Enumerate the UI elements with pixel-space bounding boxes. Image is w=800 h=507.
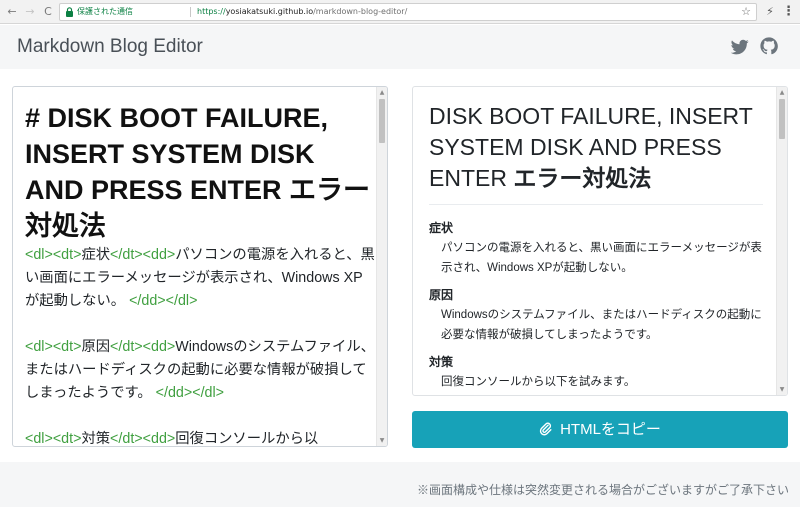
scroll-thumb[interactable] bbox=[779, 99, 785, 139]
markdown-editor[interactable]: # DISK BOOT FAILURE, INSERT SYSTEM DISK … bbox=[12, 86, 388, 447]
browser-toolbar: ← → C 保護された通信 https://yosiakatsuki.githu… bbox=[0, 0, 800, 24]
url-path: /markdown-blog-editor/ bbox=[313, 7, 408, 16]
term-text: 原因 bbox=[81, 339, 111, 355]
url-text: https://yosiakatsuki.github.io/markdown-… bbox=[197, 4, 407, 20]
paperclip-icon bbox=[539, 422, 552, 436]
editor-block-3: <dl><dt>対策</dt><dd>回復コンソールから以 bbox=[25, 428, 375, 447]
reload-button[interactable]: C bbox=[41, 4, 55, 20]
tag-text: </dd></dl> bbox=[129, 293, 198, 309]
twitter-icon[interactable] bbox=[731, 38, 749, 56]
editor-block-1: <dl><dt>症状</dt><dd>パソコンの電源を入れると、黒い画面にエラー… bbox=[25, 244, 375, 313]
term-text: 症状 bbox=[81, 247, 111, 263]
editor-block-2: <dl><dt>原因</dt><dd>Windowsのシステムファイル、またはハ… bbox=[25, 336, 375, 405]
scroll-down-arrow-icon[interactable]: ▼ bbox=[777, 384, 787, 395]
scroll-down-arrow-icon[interactable]: ▼ bbox=[377, 435, 387, 446]
tag-text: </dt><dd> bbox=[110, 339, 176, 355]
scroll-up-arrow-icon[interactable]: ▲ bbox=[377, 87, 387, 98]
preview-scrollbar[interactable]: ▲ ▼ bbox=[776, 87, 787, 395]
preview-heading-jp: エラー対処法 bbox=[513, 165, 652, 191]
editor-scrollbar[interactable]: ▲ ▼ bbox=[376, 87, 387, 446]
url-separator bbox=[190, 7, 191, 17]
preview-term: 症状 bbox=[429, 221, 454, 235]
address-bar[interactable]: 保護された通信 https://yosiakatsuki.github.io/m… bbox=[59, 3, 757, 21]
url-scheme: https:// bbox=[197, 7, 226, 16]
preview-term: 原因 bbox=[429, 288, 454, 302]
url-host: yosiakatsuki.github.io bbox=[225, 7, 314, 16]
tag-text: </dt><dd> bbox=[110, 431, 176, 447]
footer-note: ※画面構成や仕様は突然変更される場合がございますがご了承下さい bbox=[416, 483, 789, 497]
lock-icon bbox=[66, 7, 73, 17]
editor-heading-line: # DISK BOOT FAILURE, INSERT SYSTEM DISK … bbox=[25, 103, 371, 241]
preview-heading: DISK BOOT FAILURE, INSERT SYSTEM DISK AN… bbox=[429, 101, 763, 205]
forward-button[interactable]: → bbox=[23, 4, 37, 20]
preview-definition-list: 症状 パソコンの電源を入れると、黒い画面にエラーメッセージが表示され、Windo… bbox=[429, 218, 763, 392]
desc-text: 回復コンソールから以 bbox=[175, 431, 319, 447]
editor-content[interactable]: # DISK BOOT FAILURE, INSERT SYSTEM DISK … bbox=[25, 100, 375, 447]
term-text: 対策 bbox=[81, 431, 111, 447]
scroll-thumb[interactable] bbox=[379, 99, 385, 143]
tag-text: </dt><dd> bbox=[110, 247, 176, 263]
tag-text: <dl><dt> bbox=[25, 431, 82, 447]
tag-text: <dl><dt> bbox=[25, 339, 82, 355]
tag-text: </dd></dl> bbox=[155, 385, 225, 401]
back-button[interactable]: ← bbox=[5, 4, 19, 20]
preview-content: DISK BOOT FAILURE, INSERT SYSTEM DISK AN… bbox=[429, 101, 763, 395]
bookmark-star-icon[interactable]: ☆ bbox=[741, 4, 751, 20]
preview-description: 回復コンソールから以下を試みます。 bbox=[441, 376, 636, 388]
secure-label: 保護された通信 bbox=[77, 7, 133, 16]
app-title: Markdown Blog Editor bbox=[17, 36, 203, 57]
copy-button-label: HTMLをコピー bbox=[560, 421, 661, 438]
preview-description: Windowsのシステムファイル、またはハードディスクの起動に必要な情報が破損し… bbox=[441, 309, 762, 341]
github-icon[interactable] bbox=[760, 37, 778, 55]
preview-term: 対策 bbox=[429, 355, 454, 369]
html-preview: DISK BOOT FAILURE, INSERT SYSTEM DISK AN… bbox=[412, 86, 788, 396]
scroll-up-arrow-icon[interactable]: ▲ bbox=[777, 87, 787, 98]
extension-icon[interactable]: ⚡ bbox=[763, 4, 777, 20]
preview-description: パソコンの電源を入れると、黒い画面にエラーメッセージが表示され、Windows … bbox=[441, 242, 762, 274]
copy-html-button[interactable]: HTMLをコピー bbox=[412, 411, 788, 448]
tag-text: <dl><dt> bbox=[25, 247, 82, 263]
browser-menu-icon[interactable]: ⋮ bbox=[782, 4, 795, 20]
